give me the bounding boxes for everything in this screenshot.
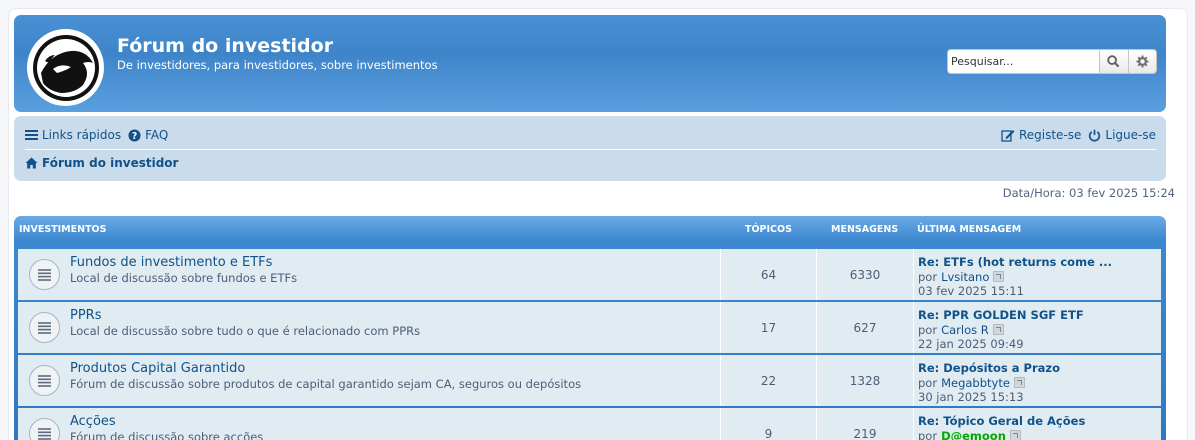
forum-cell: Acções Fórum de discussão sobre acções [18, 408, 720, 440]
last-post-date: 30 jan 2025 15:13 [918, 390, 1024, 404]
forum-description: Fórum de discussão sobre produtos de cap… [70, 377, 582, 391]
messages-count: 627 [816, 302, 913, 353]
forum-read-icon [29, 312, 60, 343]
forum-description: Fórum de discussão sobre acções [70, 430, 264, 440]
author-link[interactable]: D@emoon [941, 429, 1006, 440]
forum-cell: PPRs Local de discussão sobre tudo o que… [18, 302, 720, 353]
view-latest-post-icon[interactable] [992, 324, 1004, 336]
forum-title-link[interactable]: PPRs [70, 308, 101, 323]
breadcrumb[interactable]: Fórum do investidor [25, 156, 178, 170]
nav-divider [25, 149, 1156, 150]
messages-column-header: MENSAGENS [831, 224, 899, 235]
forum-cell: Fundos de investimento e ETFs Local de d… [18, 249, 720, 300]
register-label: Registe-se [1018, 128, 1082, 142]
search-box [947, 49, 1157, 74]
forum-row: Acções Fórum de discussão sobre acções 9… [18, 408, 1161, 440]
last-message-cell: Re: ETFs (hot returns come ... por Lvsit… [913, 249, 1161, 300]
forum-category-block: INVESTIMENTOS TÓPICOS MENSAGENS ÚLTIMA M… [14, 216, 1166, 440]
messages-count: 6330 [816, 249, 913, 300]
last-message-cell: Re: Depósitos a Prazo por Megabbtyte 30 … [913, 355, 1161, 406]
messages-count: 219 [816, 408, 913, 440]
topics-count: 22 [720, 355, 816, 406]
question-circle-icon: ? [128, 128, 141, 141]
by-prefix: por [918, 269, 938, 284]
category-header[interactable]: INVESTIMENTOS [19, 224, 106, 235]
search-icon [1107, 55, 1120, 68]
last-message-cell: Re: Tópico Geral de Ações por D@emoon [913, 408, 1161, 440]
edit-icon [1001, 129, 1015, 142]
last-post-date: 03 fev 2025 15:11 [918, 284, 1024, 298]
topics-count: 64 [720, 249, 816, 300]
last-post-author: por Megabbtyte [918, 376, 1161, 391]
forum-row: PPRs Local de discussão sobre tudo o que… [18, 302, 1161, 353]
svg-text:?: ? [132, 130, 137, 141]
last-post-title-link[interactable]: Re: ETFs (hot returns come ... [918, 255, 1161, 270]
forum-cell: Produtos Capital Garantido Fórum de disc… [18, 355, 720, 406]
gear-icon [1136, 55, 1149, 68]
forum-read-icon [29, 418, 60, 440]
search-button[interactable] [1099, 50, 1128, 73]
author-link[interactable]: Lvsitano [941, 270, 989, 285]
power-icon [1089, 129, 1101, 142]
view-latest-post-icon[interactable] [993, 271, 1005, 283]
last-post-title-link[interactable]: Re: PPR GOLDEN SGF ETF [918, 308, 1161, 323]
author-link[interactable]: Carlos R [941, 323, 989, 338]
current-datetime: Data/Hora: 03 fev 2025 15:24 [1002, 186, 1175, 200]
forum-read-icon [29, 259, 60, 290]
author-link[interactable]: Megabbtyte [941, 376, 1010, 391]
login-label: Ligue-se [1105, 128, 1156, 142]
faq-link[interactable]: ? FAQ [128, 128, 168, 142]
breadcrumb-home: Fórum do investidor [42, 156, 179, 170]
faq-label: FAQ [145, 128, 169, 142]
last-post-author: por D@emoon [918, 429, 1161, 440]
advanced-search-button[interactable] [1127, 50, 1156, 73]
quick-links-label: Links rápidos [42, 128, 122, 142]
site-description: De investidores, para investidores, sobr… [117, 58, 438, 72]
forum-description: Local de discussão sobre tudo o que é re… [70, 324, 421, 338]
forum-row: Fundos de investimento e ETFs Local de d… [18, 249, 1161, 300]
last-post-author: por Lvsitano [918, 270, 1161, 285]
topics-count: 9 [720, 408, 816, 440]
by-prefix: por [918, 322, 938, 337]
forum-table-header: INVESTIMENTOS TÓPICOS MENSAGENS ÚLTIMA M… [14, 216, 1166, 241]
forum-read-icon [29, 365, 60, 396]
last-message-column-header: ÚLTIMA MENSAGEM [917, 224, 1022, 235]
home-icon [25, 157, 38, 169]
search-input[interactable] [948, 50, 1099, 73]
last-post-title-link[interactable]: Re: Tópico Geral de Ações [918, 414, 1161, 429]
forum-row: Produtos Capital Garantido Fórum de disc… [18, 355, 1161, 406]
hamburger-icon [25, 130, 38, 140]
last-message-cell: Re: PPR GOLDEN SGF ETF por Carlos R 22 j… [913, 302, 1161, 353]
forum-description: Local de discussão sobre fundos e ETFs [70, 271, 298, 285]
bull-bear-logo-icon[interactable] [27, 29, 104, 106]
forum-title-link[interactable]: Fundos de investimento e ETFs [70, 255, 272, 270]
messages-count: 1328 [816, 355, 913, 406]
last-post-author: por Carlos R [918, 323, 1161, 338]
last-post-date: 22 jan 2025 09:49 [918, 337, 1024, 351]
forum-title-link[interactable]: Produtos Capital Garantido [70, 361, 245, 376]
site-title[interactable]: Fórum do investidor [117, 35, 333, 57]
by-prefix: por [918, 428, 938, 440]
forum-title-link[interactable]: Acções [70, 414, 116, 429]
topics-column-header: TÓPICOS [745, 224, 792, 235]
by-prefix: por [918, 375, 938, 390]
register-link[interactable]: Registe-se [1001, 128, 1081, 142]
topics-count: 17 [720, 302, 816, 353]
quick-links-menu[interactable]: Links rápidos [25, 128, 121, 142]
login-link[interactable]: Ligue-se [1088, 128, 1156, 142]
navbar: Links rápidos ? FAQ Registe-se Ligue-se … [14, 116, 1166, 181]
site-header: Fórum do investidor De investidores, par… [14, 15, 1166, 112]
view-latest-post-icon[interactable] [1013, 377, 1025, 389]
view-latest-post-icon[interactable] [1009, 430, 1021, 440]
last-post-title-link[interactable]: Re: Depósitos a Prazo [918, 361, 1161, 376]
